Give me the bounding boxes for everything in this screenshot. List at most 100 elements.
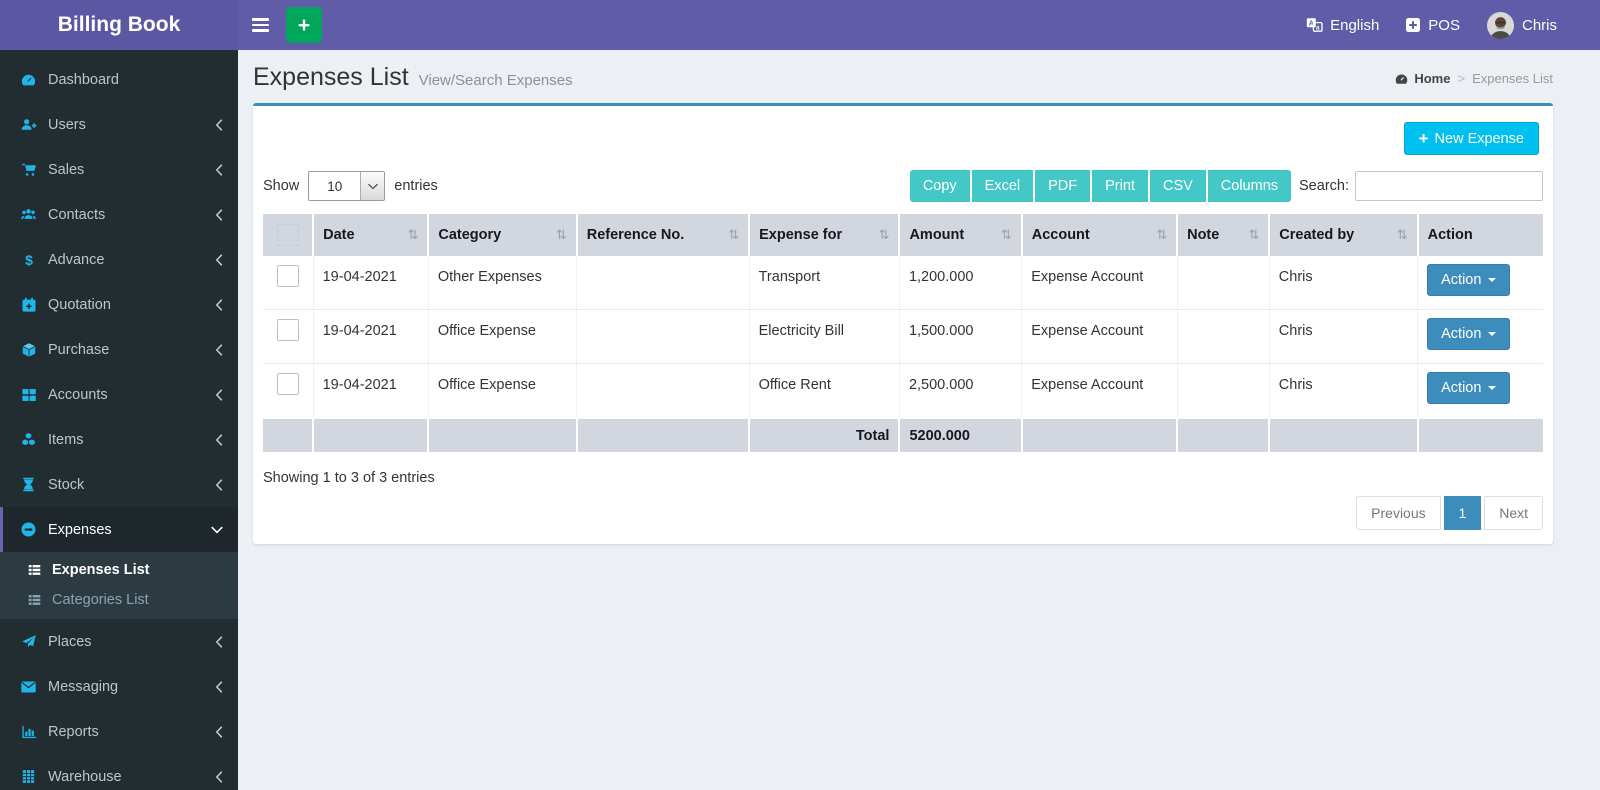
export-columns-button[interactable]: Columns <box>1207 170 1292 202</box>
cell-note <box>1176 363 1270 419</box>
sidebar-item-label: Advance <box>48 251 105 268</box>
datatable-toolbar: Show 10 entries Copy Excel PDF Print CSV Colu… <box>263 170 1543 202</box>
plus-icon: + <box>1418 129 1429 148</box>
cell-amount: 2,500.000 <box>898 363 1022 419</box>
column-header-label: Reference No. <box>586 227 685 243</box>
new-expense-button[interactable]: + New Expense <box>1403 122 1539 155</box>
sidebar-item-label: Items <box>48 431 84 448</box>
row-action-button[interactable]: Action <box>1427 372 1511 404</box>
hourglass-icon <box>18 477 39 492</box>
column-header-action[interactable]: Action <box>1416 214 1543 256</box>
sidebar-item-places[interactable]: Places <box>0 619 238 664</box>
sidebar-item-items[interactable]: Items <box>0 417 238 462</box>
breadcrumb-home-link[interactable]: Home <box>1394 71 1450 86</box>
sort-icon: ⇅ <box>1156 227 1168 242</box>
sidebar-item-warehouse[interactable]: Warehouse <box>0 754 238 790</box>
action-button-label: Action <box>1441 272 1482 288</box>
home-dashboard-icon <box>1394 72 1409 86</box>
pagination-page-1-button[interactable]: 1 <box>1443 496 1482 530</box>
sidebar-item-dashboard[interactable]: Dashboard <box>0 57 238 102</box>
pagination: Previous 1 Next <box>1356 496 1543 530</box>
sidebar-item-stock[interactable]: Stock <box>0 462 238 507</box>
top-navbar: Billing Book + Aa English POS Chris <box>0 0 1600 50</box>
sort-icon: ⇅ <box>407 227 419 242</box>
sidebar-item-accounts[interactable]: Accounts <box>0 372 238 417</box>
chevron-left-icon <box>215 253 223 266</box>
building-icon <box>18 769 39 784</box>
search-input[interactable] <box>1355 171 1543 201</box>
pagination-next-button[interactable]: Next <box>1484 496 1543 530</box>
sidebar-item-contacts[interactable]: Contacts <box>0 192 238 237</box>
header-checkbox-cell <box>263 214 314 256</box>
table-info: Showing 1 to 3 of 3 entries <box>263 470 435 486</box>
footer-total-label: Total <box>748 417 900 452</box>
pos-button[interactable]: POS <box>1392 0 1473 50</box>
app-logo[interactable]: Billing Book <box>0 0 238 50</box>
sidebar-item-advance[interactable]: $ Advance <box>0 237 238 282</box>
content-header: Expenses List View/Search Expenses Home … <box>238 50 1600 92</box>
column-header-label: Date <box>323 227 355 243</box>
column-header-date[interactable]: Date ⇅ <box>312 214 429 256</box>
caret-down-icon <box>1488 386 1497 390</box>
cell-expense-for: Transport <box>748 256 900 310</box>
column-header-reference-no[interactable]: Reference No. ⇅ <box>575 214 750 256</box>
cell-created-by: Chris <box>1268 309 1418 364</box>
export-pdf-button[interactable]: PDF <box>1035 170 1091 202</box>
sidebar-item-purchase[interactable]: Purchase <box>0 327 238 372</box>
breadcrumb-home-label: Home <box>1414 71 1451 86</box>
sidebar-item-reports[interactable]: Reports <box>0 709 238 754</box>
export-print-button[interactable]: Print <box>1092 170 1148 202</box>
column-header-account[interactable]: Account ⇅ <box>1020 214 1178 256</box>
sidebar-item-sales[interactable]: Sales <box>0 147 238 192</box>
chevron-left-icon <box>215 725 223 738</box>
chevron-left-icon <box>215 388 223 401</box>
export-csv-button[interactable]: CSV <box>1149 170 1206 202</box>
sidebar-item-messaging[interactable]: Messaging <box>0 664 238 709</box>
column-header-expense-for[interactable]: Expense for ⇅ <box>748 214 900 256</box>
column-header-category[interactable]: Category ⇅ <box>427 214 577 256</box>
sidebar-subitem-categories-list[interactable]: Categories List <box>0 585 238 615</box>
list-icon <box>25 593 43 607</box>
sidebar-item-label: Accounts <box>48 386 108 403</box>
chevron-left-icon <box>215 343 223 356</box>
user-menu[interactable]: Chris <box>1473 0 1570 50</box>
expenses-panel: + New Expense Show 10 entries Copy Excel P… <box>253 103 1553 544</box>
column-header-note[interactable]: Note ⇅ <box>1176 214 1270 256</box>
footer-cell <box>1268 417 1418 452</box>
content-area: Expenses List View/Search Expenses Home … <box>238 50 1600 790</box>
caret-down-icon <box>1488 332 1497 336</box>
sidebar-subitem-label: Categories List <box>52 592 149 608</box>
row-checkbox[interactable] <box>276 265 299 287</box>
show-label: Show <box>263 178 300 194</box>
column-header-amount[interactable]: Amount ⇅ <box>898 214 1022 256</box>
row-action-button[interactable]: Action <box>1427 264 1511 296</box>
footer-cell <box>1416 417 1543 452</box>
row-checkbox[interactable] <box>276 319 299 341</box>
row-action-button[interactable]: Action <box>1427 318 1511 350</box>
breadcrumb-current: Expenses List <box>1472 71 1553 86</box>
sidebar-item-label: Contacts <box>48 206 106 223</box>
sidebar-menu: Dashboard Users Sales Contacts $ Advance Quota… <box>0 50 238 790</box>
export-excel-button[interactable]: Excel <box>971 170 1034 202</box>
page-length-select[interactable]: 10 <box>308 171 386 201</box>
sidebar-subitem-label: Expenses List <box>52 562 150 578</box>
user-name: Chris <box>1521 16 1557 34</box>
sidebar-item-label: Quotation <box>48 296 111 313</box>
sidebar-item-label: Stock <box>48 476 85 493</box>
sidebar-item-quotation[interactable]: Quotation <box>0 282 238 327</box>
pagination-previous-button[interactable]: Previous <box>1356 496 1441 530</box>
svg-text:a: a <box>1316 25 1320 32</box>
cell-amount: 1,200.000 <box>898 256 1022 310</box>
sidebar-subitem-expenses-list[interactable]: Expenses List <box>0 555 238 585</box>
quick-add-button[interactable]: + <box>286 7 322 43</box>
table-row: 19-04-2021 Office Expense Electricity Bill… <box>263 309 1543 364</box>
row-checkbox[interactable] <box>276 373 299 395</box>
language-menu[interactable]: Aa English <box>1293 0 1392 50</box>
cell-category: Other Expenses <box>427 256 577 310</box>
sidebar-item-expenses[interactable]: Expenses <box>0 507 238 552</box>
column-header-created-by[interactable]: Created by ⇅ <box>1268 214 1418 256</box>
export-copy-button[interactable]: Copy <box>909 170 970 202</box>
select-all-checkbox[interactable] <box>276 224 299 246</box>
sidebar-toggle-button[interactable] <box>238 0 282 50</box>
sidebar-item-users[interactable]: Users <box>0 102 238 147</box>
